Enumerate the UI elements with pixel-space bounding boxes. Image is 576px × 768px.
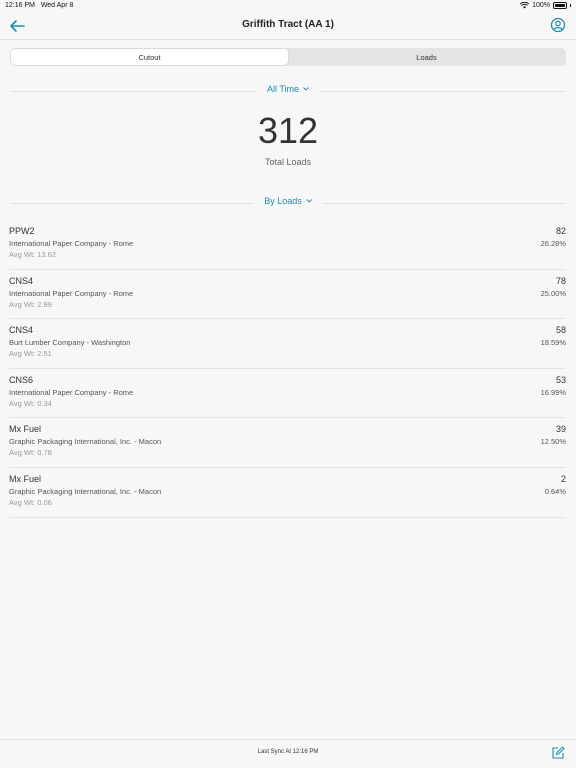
load-count: 58: [555, 325, 566, 336]
user-circle-icon[interactable]: [550, 17, 566, 33]
total-loads-label: Total Loads: [264, 157, 312, 167]
sort-filter-row: By Loads: [10, 196, 566, 210]
avg-weight: Avg Wt: 13.62: [9, 250, 56, 259]
list-item[interactable]: CNS6 International Paper Company - Rome …: [9, 369, 566, 419]
load-percent: 12.50%: [540, 437, 566, 447]
page-title: Griffith Tract (AA 1): [242, 19, 334, 30]
time-filter-dropdown[interactable]: All Time: [256, 84, 320, 94]
load-percent: 18.59%: [540, 338, 566, 348]
avg-weight: Avg Wt: 2.51: [9, 349, 52, 359]
wifi-icon: [520, 2, 530, 9]
segmented-control: Cutout Loads: [10, 48, 566, 66]
chevron-down-icon: [303, 87, 309, 91]
company-name: International Paper Company - Rome: [9, 387, 134, 397]
tab-cutout[interactable]: Cutout: [11, 49, 288, 65]
list-item[interactable]: PPW2 International Paper Company - Rome …: [9, 220, 566, 270]
status-time-date: 12:16 PM Wed Apr 8: [5, 2, 74, 9]
product-list: PPW2 International Paper Company - Rome …: [0, 220, 576, 518]
battery-tip: [570, 4, 571, 7]
sort-filter-label: By Loads: [264, 196, 302, 206]
load-count: 53: [555, 374, 566, 385]
company-name: International Paper Company - Rome: [9, 288, 134, 298]
load-count: 82: [555, 226, 566, 236]
time-filter-label: All Time: [266, 84, 300, 94]
load-percent: 0.64%: [544, 486, 566, 496]
load-count: 2: [560, 473, 566, 484]
last-sync-text: Last Sync At 12:16 PM: [257, 749, 319, 755]
load-count: 78: [555, 275, 566, 286]
status-bar: 12:16 PM Wed Apr 8 100%: [0, 0, 576, 12]
tab-loads[interactable]: Loads: [288, 49, 565, 65]
load-percent: 25.00%: [540, 288, 566, 298]
company-name: International Paper Company - Rome: [9, 239, 134, 248]
list-item[interactable]: CNS4 International Paper Company - Rome …: [9, 270, 566, 320]
load-percent: 26.28%: [540, 239, 566, 248]
chevron-down-icon: [305, 199, 312, 203]
footer-bar: Last Sync At 12:16 PM: [0, 739, 576, 768]
product-name: CNS4: [9, 275, 34, 286]
product-name: PPW2: [9, 226, 35, 236]
sort-filter-dropdown[interactable]: By Loads: [254, 196, 322, 206]
avg-weight: Avg Wt: 0.34: [9, 398, 52, 408]
avg-weight: Avg Wt: 0.06: [9, 497, 52, 507]
edit-icon[interactable]: [551, 746, 565, 760]
product-name: Mx Fuel: [9, 424, 42, 435]
list-item[interactable]: CNS4 Burt Lumber Company - Washington Av…: [9, 319, 566, 369]
battery-percent: 100%: [532, 2, 550, 9]
company-name: Burt Lumber Company - Washington: [9, 338, 131, 348]
load-percent: 16.99%: [540, 387, 566, 397]
avg-weight: Avg Wt: 2.99: [9, 299, 52, 309]
status-right: 100%: [520, 2, 571, 9]
avg-weight: Avg Wt: 0.78: [9, 448, 52, 458]
product-name: CNS6: [9, 374, 34, 385]
product-name: CNS4: [9, 325, 34, 336]
nav-bar: Griffith Tract (AA 1): [0, 12, 576, 40]
product-name: Mx Fuel: [9, 473, 42, 484]
list-item[interactable]: Mx Fuel Graphic Packaging International,…: [9, 418, 566, 468]
time-filter-row: All Time: [10, 84, 566, 98]
company-name: Graphic Packaging International, Inc. - …: [9, 437, 162, 447]
list-item[interactable]: Mx Fuel Graphic Packaging International,…: [9, 468, 566, 518]
load-count: 39: [555, 424, 566, 435]
total-loads-value: 312: [257, 110, 319, 151]
battery-icon: [553, 2, 567, 9]
company-name: Graphic Packaging International, Inc. - …: [9, 486, 162, 496]
